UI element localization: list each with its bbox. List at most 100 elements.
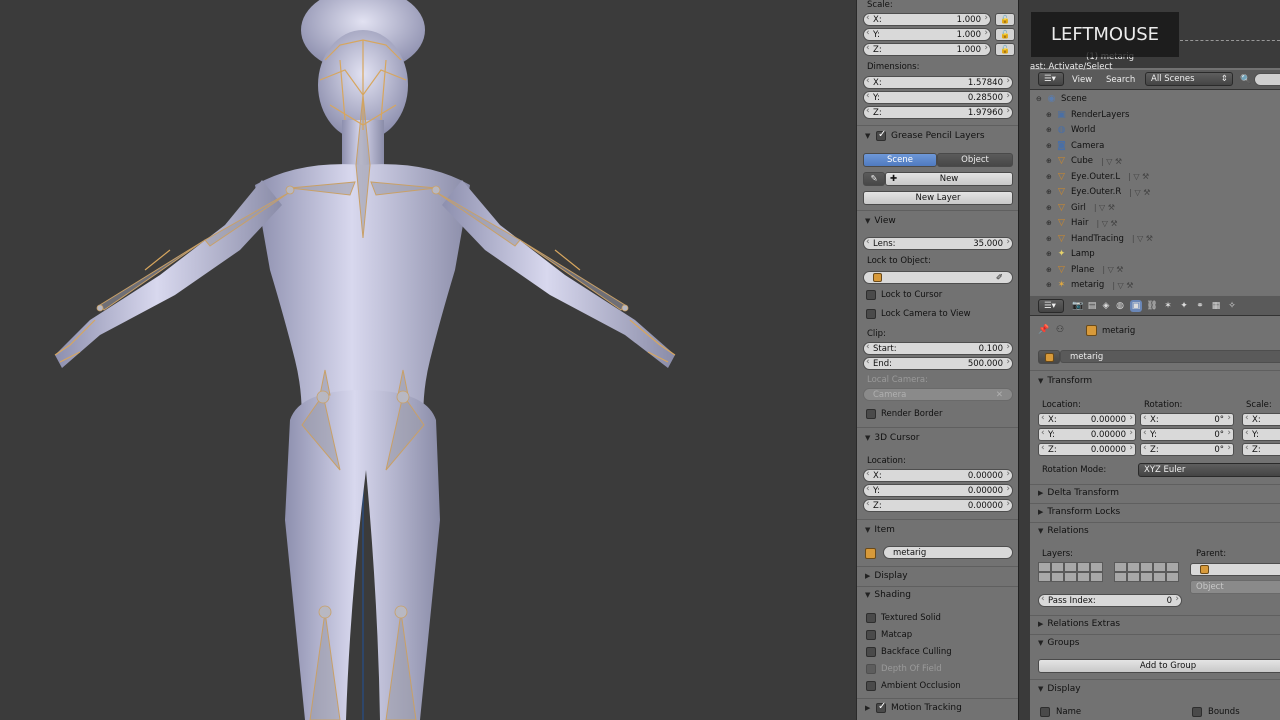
lens-field[interactable]: Lens:35.000 xyxy=(863,237,1013,250)
expand-icon[interactable]: ⊕ xyxy=(1046,173,1056,181)
layer-cell[interactable] xyxy=(1077,572,1090,582)
dimension-z-field[interactable]: Z:1.97960 xyxy=(863,106,1013,119)
backface-culling-checkbox[interactable] xyxy=(866,647,876,657)
collapse-icon[interactable]: ⊖ xyxy=(1036,95,1046,103)
cursor-x-field[interactable]: X:0.00000 xyxy=(863,469,1013,482)
bone-constraints-tab-icon[interactable]: ⚭ xyxy=(1194,300,1206,312)
layer-cell[interactable] xyxy=(1051,572,1064,582)
display-panel-header[interactable]: ▶ Display xyxy=(865,571,908,581)
lock-to-cursor-checkbox[interactable] xyxy=(866,290,876,300)
layer-cell[interactable] xyxy=(1127,562,1140,572)
rotation-x-field[interactable]: X:0° xyxy=(1140,413,1234,426)
cursor-z-field[interactable]: Z:0.00000 xyxy=(863,499,1013,512)
rotation-z-field[interactable]: Z:0° xyxy=(1140,443,1234,456)
scale-x-field[interactable]: X:1.000 xyxy=(863,13,991,26)
pass-index-field[interactable]: Pass Index:0 xyxy=(1038,594,1182,607)
layer-cell[interactable] xyxy=(1166,572,1179,582)
editor-type-icon[interactable]: ☰▾ xyxy=(1038,299,1064,313)
parent-type-select[interactable]: Object xyxy=(1190,580,1280,594)
layer-cell[interactable] xyxy=(1051,562,1064,572)
layer-cell[interactable] xyxy=(1090,562,1103,572)
ambient-occlusion-checkbox[interactable] xyxy=(866,681,876,691)
transform-locks-header[interactable]: ▶ Transform Locks xyxy=(1038,507,1120,517)
layer-cell[interactable] xyxy=(1153,562,1166,572)
pencil-icon[interactable]: ✎ xyxy=(863,172,885,186)
tree-item[interactable]: ⊕ ▽ Eye.Outer.L | ▽ ⚒ xyxy=(1046,169,1149,184)
expand-icon[interactable]: ⊕ xyxy=(1046,204,1056,212)
layer-cell[interactable] xyxy=(1153,572,1166,582)
lock-object-field[interactable]: ✐ xyxy=(863,271,1013,284)
outliner-search-input[interactable] xyxy=(1254,73,1280,86)
object-tab-icon[interactable]: ▣ xyxy=(1130,300,1142,312)
dimension-x-field[interactable]: X:1.57840 xyxy=(863,76,1013,89)
scale-z-field[interactable]: Z:1.000 xyxy=(863,43,991,56)
scale-y-field[interactable]: Y:1.000 xyxy=(863,28,991,41)
clear-icon[interactable]: ✕ xyxy=(996,390,1003,400)
menu-search[interactable]: Search xyxy=(1106,75,1135,85)
layer-cell[interactable] xyxy=(1166,562,1179,572)
scale-z-field[interactable]: Z: xyxy=(1242,443,1280,456)
tab-scene[interactable]: Scene xyxy=(863,153,937,167)
layer-cell[interactable] xyxy=(1140,562,1153,572)
lock-scale-y-icon[interactable]: 🔓 xyxy=(995,28,1015,41)
motion-tracking-checkbox[interactable] xyxy=(876,701,886,713)
pin-icon[interactable]: 📌 xyxy=(1038,324,1050,336)
tree-item[interactable]: ⊕ ▽ Hair | ▽ ⚒ xyxy=(1046,216,1118,231)
scale-x-field[interactable]: X: xyxy=(1242,413,1280,426)
new-button[interactable]: ✚ New xyxy=(885,172,1013,186)
expand-icon[interactable]: ⊕ xyxy=(1046,142,1056,150)
expand-icon[interactable]: ⊕ xyxy=(1046,188,1056,196)
3d-viewport[interactable] xyxy=(0,0,856,720)
tree-item[interactable]: ⊕ ▣ RenderLayers xyxy=(1046,107,1129,122)
lock-camera-checkbox[interactable] xyxy=(866,309,876,319)
matcap-checkbox[interactable] xyxy=(866,630,876,640)
cursor-panel-header[interactable]: ▼ 3D Cursor xyxy=(865,433,920,443)
relations-extras-header[interactable]: ▶ Relations Extras xyxy=(1038,619,1120,629)
tree-item[interactable]: ⊕ ◙ Camera xyxy=(1046,138,1104,153)
add-to-group-button[interactable]: Add to Group xyxy=(1038,659,1280,673)
item-panel-header[interactable]: ▼ Item xyxy=(865,525,895,535)
expand-icon[interactable]: ⊕ xyxy=(1046,126,1056,134)
editor-type-icon[interactable]: ☰▾ xyxy=(1038,72,1064,86)
shading-panel-header[interactable]: ▼ Shading xyxy=(865,590,911,600)
parent-field[interactable] xyxy=(1190,563,1280,576)
display-mode-select[interactable]: All Scenes ⇕ xyxy=(1145,72,1233,86)
tab-object[interactable]: Object xyxy=(937,153,1013,167)
tree-item[interactable]: ⊕ ▽ Eye.Outer.R | ▽ ⚒ xyxy=(1046,185,1150,200)
layer-cell[interactable] xyxy=(1140,572,1153,582)
expand-icon[interactable]: ⊕ xyxy=(1046,250,1056,258)
display-name-checkbox[interactable] xyxy=(1040,707,1050,717)
rotation-mode-select[interactable]: XYZ Euler xyxy=(1138,463,1280,477)
location-z-field[interactable]: Z:0.00000 xyxy=(1038,443,1136,456)
cursor-y-field[interactable]: Y:0.00000 xyxy=(863,484,1013,497)
constraints-tab-icon[interactable]: ⛓ xyxy=(1146,300,1158,312)
tree-item[interactable]: ⊕ ▽ Plane | ▽ ⚒ xyxy=(1046,262,1123,277)
tree-item[interactable]: ⊕ ✶ metarig | ▽ ⚒ xyxy=(1046,278,1133,293)
location-y-field[interactable]: Y:0.00000 xyxy=(1038,428,1136,441)
expand-icon[interactable]: ⊕ xyxy=(1046,219,1056,227)
lock-scale-x-icon[interactable]: 🔓 xyxy=(995,13,1015,26)
layer-cell[interactable] xyxy=(1077,562,1090,572)
groups-header[interactable]: ▼ Groups xyxy=(1038,638,1079,648)
view-panel-header[interactable]: ▼ View xyxy=(865,216,896,226)
rotation-y-field[interactable]: Y:0° xyxy=(1140,428,1234,441)
layer-cell[interactable] xyxy=(1064,562,1077,572)
dimension-y-field[interactable]: Y:0.28500 xyxy=(863,91,1013,104)
clip-start-field[interactable]: Start:0.100 xyxy=(863,342,1013,355)
world-tab-icon[interactable]: ◍ xyxy=(1114,300,1126,312)
physics-tab-icon[interactable]: ✧ xyxy=(1226,300,1238,312)
object-datablock-icon[interactable] xyxy=(1038,350,1060,364)
layer-cell[interactable] xyxy=(1090,572,1103,582)
armature-tab-icon[interactable]: ✶ xyxy=(1162,300,1174,312)
layer-cell[interactable] xyxy=(1038,572,1051,582)
clip-end-field[interactable]: End:500.000 xyxy=(863,357,1013,370)
local-camera-field[interactable]: Camera ✕ xyxy=(863,388,1013,401)
layer-cell[interactable] xyxy=(1064,572,1077,582)
display-header[interactable]: ▼ Display xyxy=(1038,684,1081,694)
scene-tab-icon[interactable]: ◈ xyxy=(1100,300,1112,312)
render-layers-tab-icon[interactable]: ▤ xyxy=(1086,300,1098,312)
area-divider[interactable] xyxy=(1018,0,1030,720)
delta-transform-header[interactable]: ▶ Delta Transform xyxy=(1038,488,1119,498)
tree-item[interactable]: ⊕ ▽ Girl | ▽ ⚒ xyxy=(1046,200,1115,215)
lock-scale-z-icon[interactable]: 🔓 xyxy=(995,43,1015,56)
